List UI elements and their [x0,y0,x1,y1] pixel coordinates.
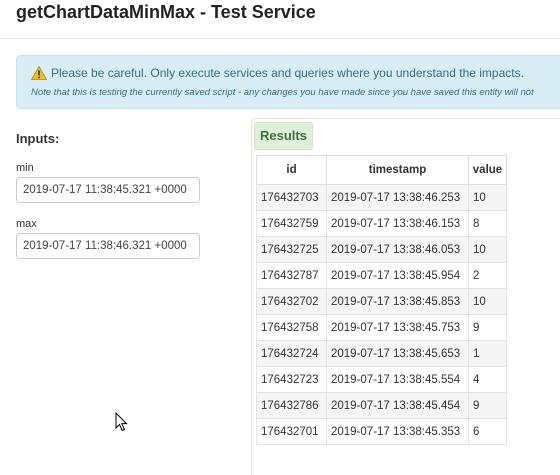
table-row: 176432759 2019-07-17 13:38:46.153 8 [256,210,507,237]
cell-timestamp: 2019-07-17 13:38:45.454 [326,392,469,419]
cell-value: 10 [468,288,507,315]
cell-value: 9 [468,392,507,419]
table-row: 176432702 2019-07-17 13:38:45.853 10 [256,288,507,315]
cell-value: 4 [468,366,507,393]
cell-timestamp: 2019-07-17 13:38:45.353 [326,418,469,445]
alert-note-text: Note that this is testing the currently … [31,87,534,98]
cell-value: 8 [468,210,507,237]
cell-timestamp: 2019-07-17 13:38:45.653 [326,340,469,367]
column-header-timestamp[interactable]: timestamp [326,155,469,185]
cell-value: 6 [468,418,507,445]
alert-warning-text: Please be careful. Only execute services… [51,66,524,80]
cell-timestamp: 2019-07-17 13:38:45.954 [326,262,469,289]
cell-timestamp: 2019-07-17 13:38:46.253 [326,184,469,211]
table-row: 176432758 2019-07-17 13:38:45.753 9 [256,314,507,341]
cell-timestamp: 2019-07-17 13:38:45.753 [326,314,469,341]
cell-id: 176432758 [256,314,327,341]
title-divider [0,38,560,39]
cell-id: 176432724 [256,340,327,367]
cell-timestamp: 2019-07-17 13:38:45.853 [326,288,469,315]
cell-value: 2 [468,262,507,289]
column-header-value[interactable]: value [468,155,507,185]
cell-value: 10 [468,184,507,211]
table-row: 176432701 2019-07-17 13:38:45.353 6 [256,418,507,445]
cell-id: 176432702 [256,288,327,315]
table-row: 176432723 2019-07-17 13:38:45.554 4 [256,366,507,393]
cell-timestamp: 2019-07-17 13:38:46.053 [326,236,469,263]
cell-timestamp: 2019-07-17 13:38:46.153 [326,210,469,237]
results-tab[interactable]: Results [254,122,313,150]
inputs-heading: Inputs: [16,131,60,146]
results-table: id timestamp value 176432703 2019-07-17 … [256,155,507,445]
cell-id: 176432723 [256,366,327,393]
cell-value: 1 [468,340,507,367]
cell-value: 10 [468,236,507,263]
max-label: max [16,218,37,230]
table-row: 176432787 2019-07-17 13:38:45.954 2 [256,262,507,289]
cell-id: 176432725 [256,236,327,263]
cell-value: 9 [468,314,507,341]
cell-id: 176432787 [256,262,327,289]
column-header-id[interactable]: id [256,155,327,185]
mouse-pointer-icon [115,411,129,432]
alert-warning-line: Please be careful. Only execute services… [30,65,524,80]
table-row: 176432703 2019-07-17 13:38:46.253 10 [256,184,507,211]
cell-id: 176432703 [256,184,327,211]
table-header-row: id timestamp value [256,155,507,185]
warning-triangle-icon [30,65,48,80]
max-input[interactable] [16,233,200,259]
table-row: 176432724 2019-07-17 13:38:45.653 1 [256,340,507,367]
cell-id: 176432701 [256,418,327,445]
page-title: getChartDataMinMax - Test Service [16,2,316,22]
cell-id: 176432786 [256,392,327,419]
min-label: min [16,162,34,174]
warning-alert: Please be careful. Only execute services… [16,55,560,109]
table-row: 176432786 2019-07-17 13:38:45.454 9 [256,392,507,419]
cell-id: 176432759 [256,210,327,237]
min-input[interactable] [16,177,200,203]
cell-timestamp: 2019-07-17 13:38:45.554 [326,366,469,393]
table-row: 176432725 2019-07-17 13:38:46.053 10 [256,236,507,263]
